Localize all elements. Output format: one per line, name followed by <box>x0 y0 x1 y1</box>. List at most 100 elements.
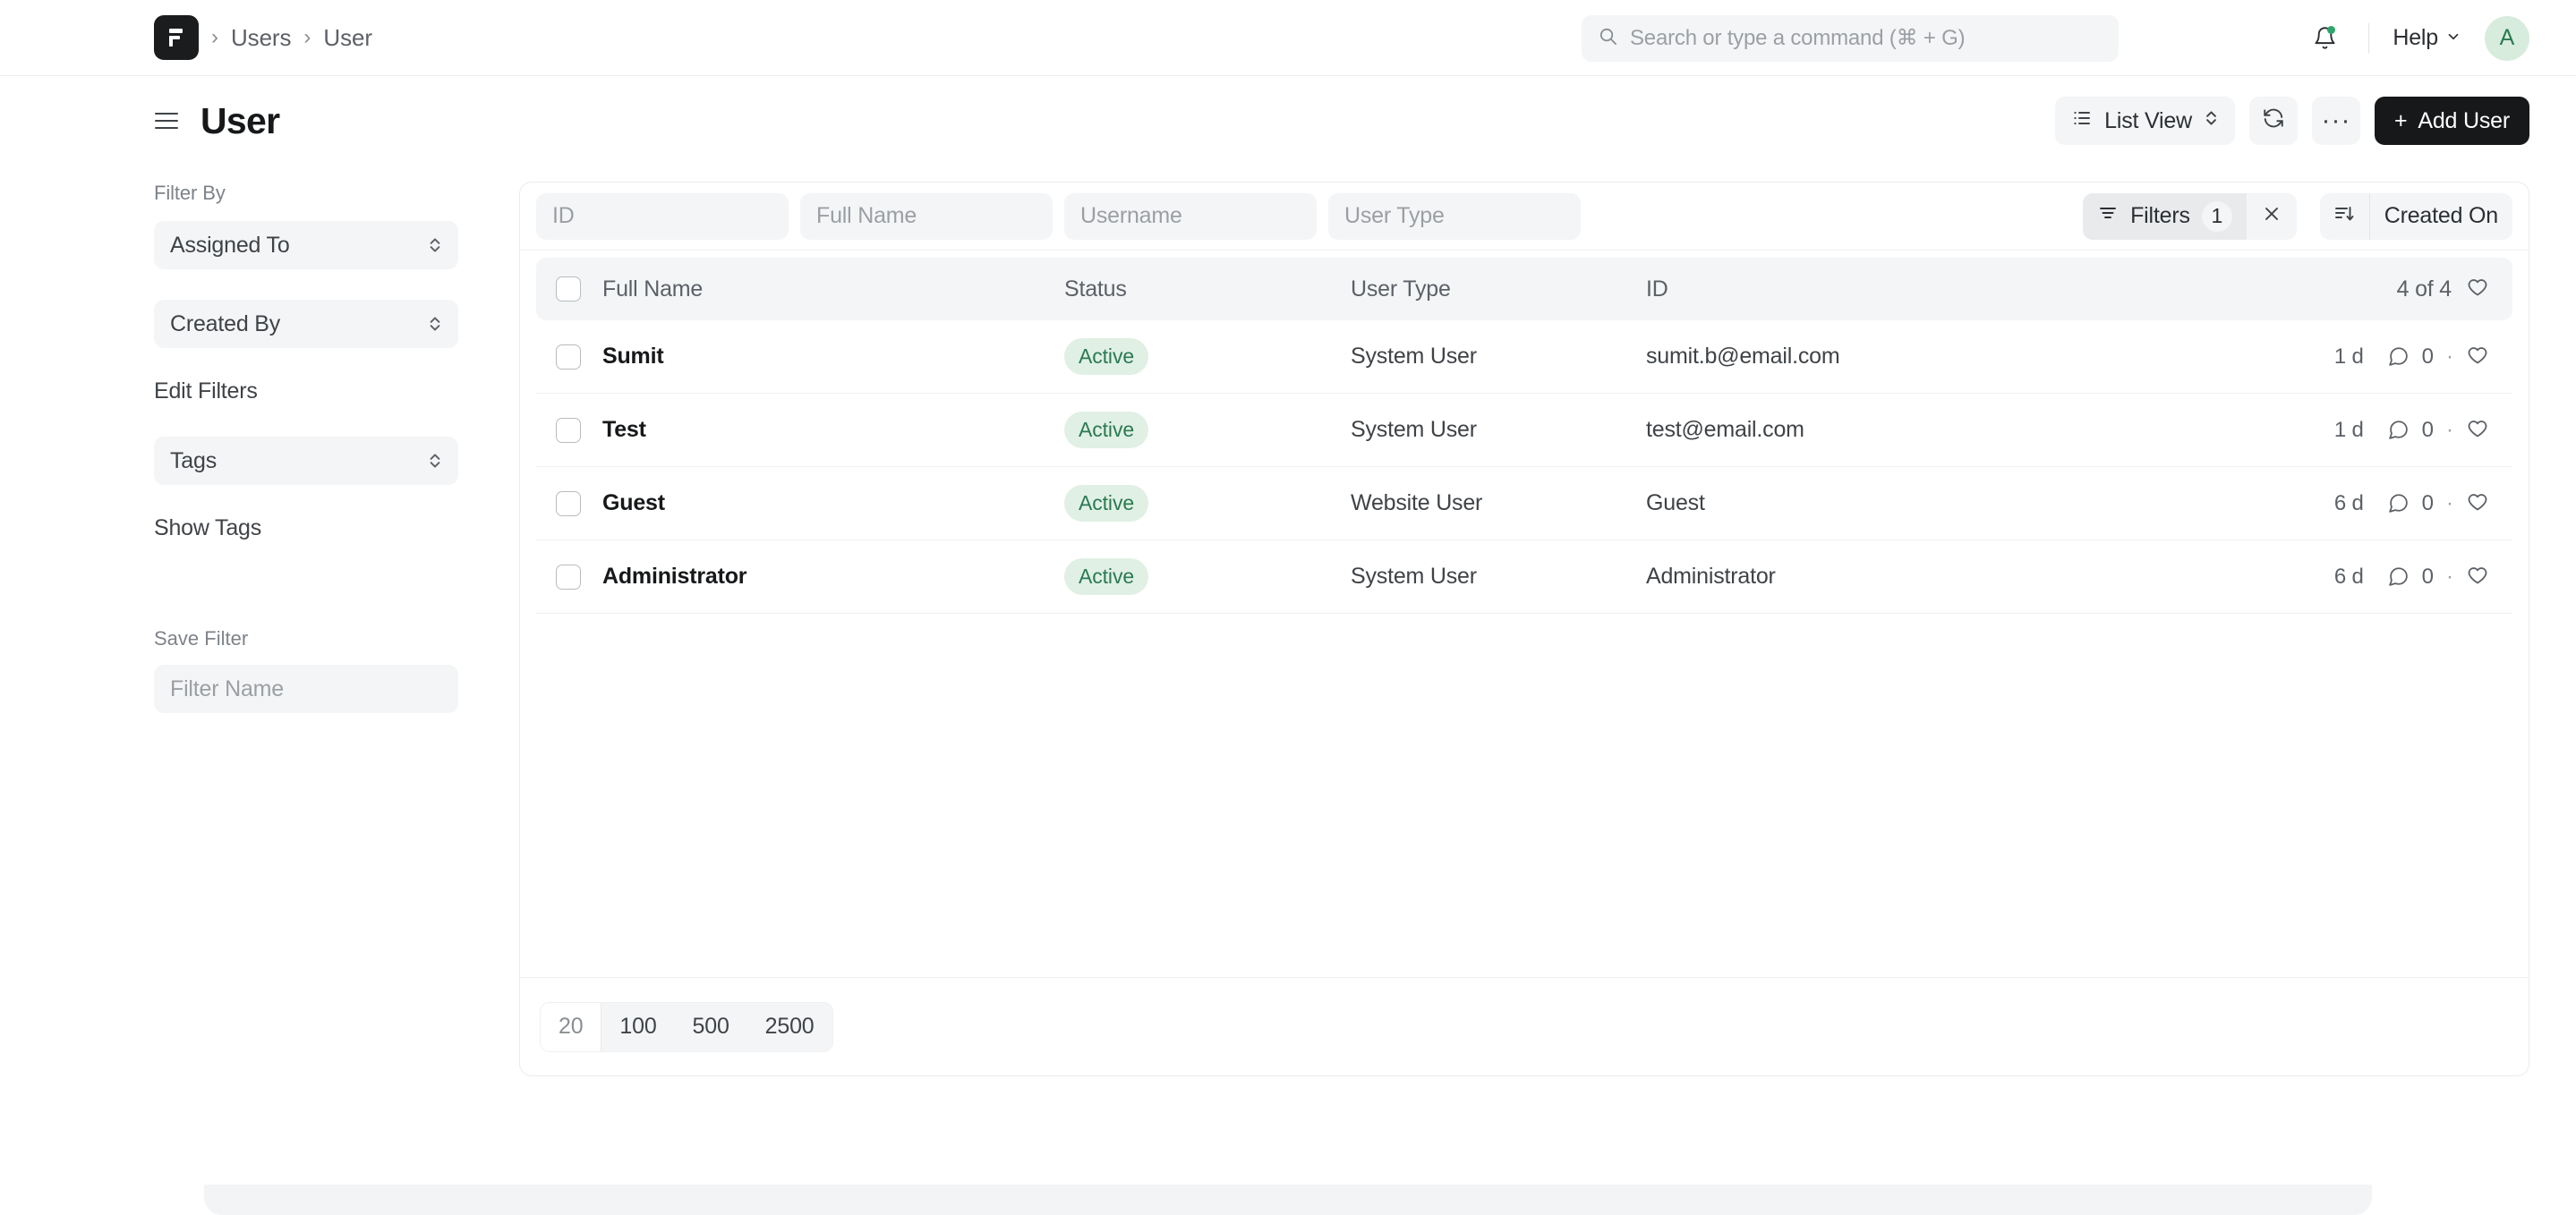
breadcrumb-users[interactable]: Users <box>231 24 291 52</box>
filters-button[interactable]: Filters 1 <box>2083 193 2247 240</box>
row-meta: 1 d 0 · <box>2334 418 2489 443</box>
navbar-right: Help A <box>2300 0 2576 76</box>
row-age: 1 d <box>2334 418 2364 443</box>
row-checkbox[interactable] <box>556 344 581 370</box>
filter-input-username[interactable] <box>1064 193 1317 240</box>
chevron-updown-icon <box>428 314 442 334</box>
sidebar-select-assigned-to[interactable]: Assigned To <box>154 221 458 269</box>
list-filter-bar: Filters 1 <box>520 183 2529 251</box>
page-size-100[interactable]: 100 <box>601 1003 674 1051</box>
heart-icon[interactable] <box>2466 492 2489 515</box>
chevron-right-icon: › <box>303 27 311 48</box>
comment-icon[interactable] <box>2387 492 2410 514</box>
top-navbar: › Users › User Help <box>0 0 2576 76</box>
filters-control: Filters 1 <box>2083 193 2297 240</box>
meta-separator-dot: · <box>2446 420 2453 441</box>
list-icon <box>2071 107 2093 135</box>
chevron-right-icon: › <box>211 27 218 48</box>
refresh-button[interactable] <box>2249 97 2298 145</box>
filters-count-badge: 1 <box>2202 201 2232 232</box>
cell-id: Guest <box>1646 490 2334 516</box>
column-header-status[interactable]: Status <box>1064 276 1351 302</box>
table-row[interactable]: Guest Active Website User Guest 6 d 0 · <box>536 467 2512 540</box>
comment-icon[interactable] <box>2387 419 2410 441</box>
clear-filters-button[interactable] <box>2247 193 2297 240</box>
row-meta: 6 d 0 · <box>2334 491 2489 516</box>
page-size-2500[interactable]: 2500 <box>747 1003 832 1051</box>
filter-name-input[interactable] <box>154 665 458 713</box>
cell-user-type: System User <box>1351 344 1646 370</box>
filter-input-full-name[interactable] <box>800 193 1053 240</box>
row-checkbox[interactable] <box>556 565 581 590</box>
meta-separator-dot: · <box>2446 493 2453 514</box>
filter-input-user-type[interactable] <box>1328 193 1581 240</box>
row-checkbox[interactable] <box>556 491 581 516</box>
cell-user-type: System User <box>1351 417 1646 443</box>
table-header-right: 4 of 4 <box>2397 276 2489 302</box>
comment-icon[interactable] <box>2387 345 2410 368</box>
more-options-button[interactable]: ··· <box>2312 97 2360 145</box>
edit-filters-link[interactable]: Edit Filters <box>154 378 258 404</box>
row-checkbox[interactable] <box>556 418 581 443</box>
result-count: 4 of 4 <box>2397 276 2452 302</box>
cell-user-type: System User <box>1351 564 1646 590</box>
hamburger-menu-icon[interactable] <box>154 111 179 131</box>
sort-direction-button[interactable] <box>2320 193 2370 240</box>
comment-count: 0 <box>2422 344 2434 370</box>
column-header-id[interactable]: ID <box>1646 276 2397 302</box>
list-container: Filters 1 <box>519 182 2529 1076</box>
created-by-label: Created By <box>170 311 280 337</box>
refresh-icon <box>2262 106 2285 136</box>
sort-descending-icon <box>2333 203 2355 229</box>
sidebar: Filter By Assigned To Created By Edit Fi… <box>154 166 503 713</box>
table-row[interactable]: Test Active System User test@email.com 1… <box>536 394 2512 467</box>
column-header-full-name[interactable]: Full Name <box>581 276 1064 302</box>
tags-label: Tags <box>170 448 217 474</box>
cell-id: Administrator <box>1646 564 2334 590</box>
heart-icon[interactable] <box>2466 419 2489 442</box>
cell-full-name: Guest <box>581 490 1064 516</box>
row-meta: 1 d 0 · <box>2334 344 2489 370</box>
sort-field-button[interactable]: Created On <box>2370 203 2512 229</box>
sort-control: Created On <box>2320 193 2512 240</box>
cell-status: Active <box>1064 485 1351 522</box>
add-user-button[interactable]: + Add User <box>2375 97 2529 145</box>
list-view-switcher[interactable]: List View <box>2055 97 2235 145</box>
page-size-20[interactable]: 20 <box>541 1003 601 1051</box>
search-input[interactable] <box>1630 26 2103 51</box>
breadcrumb-user[interactable]: User <box>323 24 372 52</box>
heart-icon[interactable] <box>2466 277 2489 301</box>
filter-input-id[interactable] <box>536 193 789 240</box>
show-tags-link[interactable]: Show Tags <box>154 515 261 541</box>
frappe-logo-icon[interactable] <box>154 15 199 60</box>
assigned-to-label: Assigned To <box>170 233 290 259</box>
row-age: 6 d <box>2334 491 2364 516</box>
comment-icon[interactable] <box>2387 565 2410 588</box>
chevron-down-icon <box>2445 25 2461 51</box>
ellipsis-icon: ··· <box>2321 115 2350 126</box>
close-icon <box>2261 203 2282 229</box>
status-badge: Active <box>1064 485 1148 522</box>
avatar[interactable]: A <box>2485 16 2529 61</box>
sidebar-select-created-by[interactable]: Created By <box>154 300 458 348</box>
select-all-checkbox[interactable] <box>556 276 581 302</box>
chevron-updown-icon <box>428 451 442 471</box>
bottom-sheet-peek <box>204 1108 2372 1215</box>
heart-icon[interactable] <box>2466 345 2489 369</box>
comment-count: 0 <box>2422 565 2434 590</box>
list-view-label: List View <box>2104 108 2192 134</box>
heart-icon[interactable] <box>2466 565 2489 589</box>
meta-separator-dot: · <box>2446 346 2453 368</box>
cell-status: Active <box>1064 558 1351 595</box>
search-box[interactable] <box>1582 15 2119 62</box>
sidebar-select-tags[interactable]: Tags <box>154 437 458 485</box>
help-dropdown[interactable]: Help <box>2389 20 2465 56</box>
notifications-button[interactable] <box>2300 14 2349 63</box>
table-row[interactable]: Administrator Active System User Adminis… <box>536 540 2512 614</box>
table-row[interactable]: Sumit Active System User sumit.b@email.c… <box>536 320 2512 394</box>
status-badge: Active <box>1064 338 1148 375</box>
page-size-500[interactable]: 500 <box>675 1003 747 1051</box>
page-header-left: User <box>154 100 279 142</box>
page-header: User List View <box>0 76 2576 166</box>
column-header-user-type[interactable]: User Type <box>1351 276 1646 302</box>
